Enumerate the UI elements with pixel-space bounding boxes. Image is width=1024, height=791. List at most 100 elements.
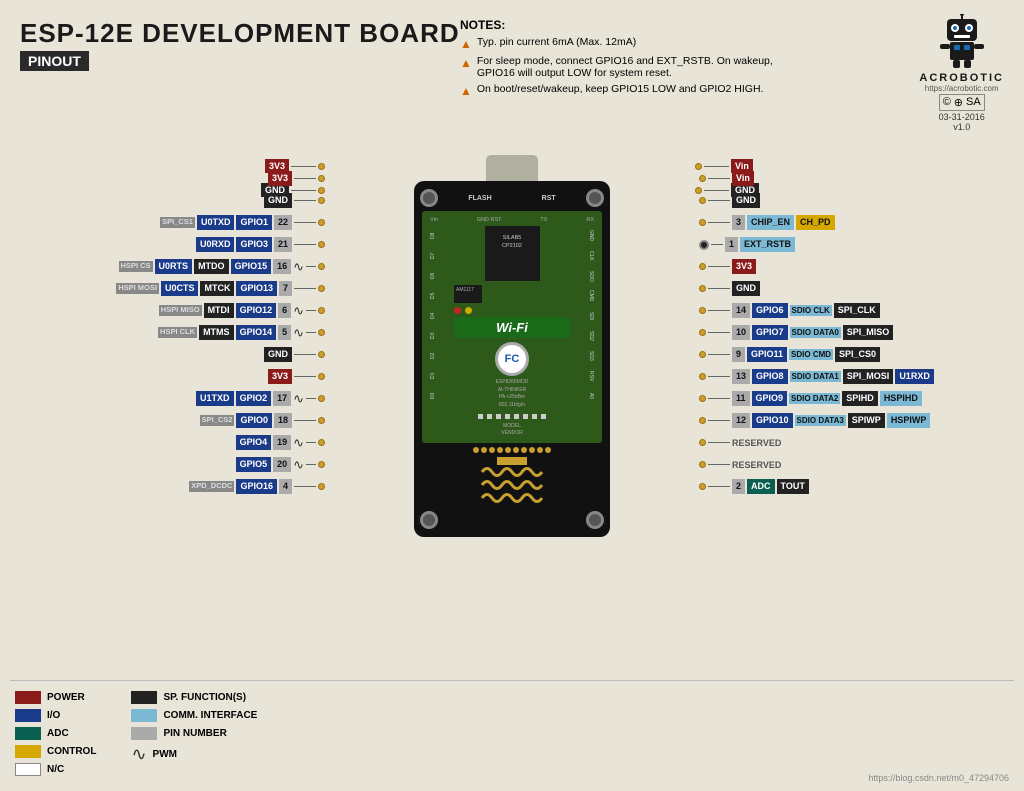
pin-adc [699, 483, 706, 490]
legend-divider [10, 680, 1014, 681]
pin-gpio3 [318, 241, 325, 248]
legend-comm-label: COMM. INTERFACE [163, 710, 257, 721]
legend-control-label: CONTROL [47, 746, 96, 757]
lbl-u1txd: U1TXD [196, 391, 234, 406]
pin-gpio12 [318, 307, 325, 314]
lbl-gpio9: GPIO9 [752, 391, 788, 406]
note-3: ▲ On boot/reset/wakeup, keep GPIO15 LOW … [460, 83, 780, 98]
lbl-reserved1: RESERVED [732, 438, 781, 448]
lbl-spiwp: SPIWP [848, 413, 885, 428]
pin-gpio10 [699, 417, 706, 424]
lbl-ch-pd: CH_PD [796, 215, 835, 230]
footer-url: https://blog.csdn.net/m0_47294706 [868, 773, 1009, 783]
lbl-spics1: SPI_CS1 [160, 217, 195, 228]
lbl-vin: Vin [732, 171, 754, 186]
lbl-gpio14: GPIO14 [236, 325, 277, 340]
esp-info-text: ESP8266MODAI-THINKERPA +25dBm802.11b/g/n [454, 379, 570, 409]
pin-gpio11 [699, 351, 706, 358]
mount-hole-br [586, 511, 604, 529]
board-top-labels: FLASH RST [468, 189, 555, 207]
lbl-mtdi: MTDI [204, 303, 234, 318]
pin-gpio7 [699, 329, 706, 336]
lbl-sdio-cmd: SDIO CMD [789, 349, 833, 360]
lbl-xpddcdc: XPD_DCDC [189, 481, 234, 492]
esp-bottom-text: MODELVENDOR [454, 423, 570, 437]
lbl-gpio0: GPIO0 [236, 413, 272, 428]
lbl-adc: ADC [747, 479, 775, 494]
legend-io-box [15, 709, 41, 722]
am-text: AM1117 [454, 285, 482, 295]
pwm-15: ∿ [293, 260, 304, 273]
lbl-14: 14 [732, 303, 750, 318]
silab-text: SILAB5CP2102 [485, 226, 540, 251]
lbl-hspimiso: HSPI MISO [159, 305, 202, 316]
lbl-3v3-r: 3V3 [732, 259, 756, 274]
lbl-mtck: MTCK [200, 281, 234, 296]
legend-col-1: POWER I/O ADC CONTROL N/C [15, 691, 96, 776]
lbl-gnd-r2: GND [732, 193, 760, 208]
lbl-gnd-r3: GND [732, 281, 760, 296]
pin-gnd-mid [318, 351, 325, 358]
lbl-7: 7 [279, 281, 292, 296]
pin-gpio15 [318, 263, 325, 270]
lbl-gpio2: GPIO2 [236, 391, 272, 406]
led-group [454, 307, 570, 314]
lbl-spihd: SPIHD [842, 391, 878, 406]
lbl-gnd-mid: GND [264, 347, 292, 362]
pin-gpio0 [318, 417, 325, 424]
logo-url: https://acrobotic.com [919, 84, 1004, 93]
pwm-14: ∿ [293, 325, 304, 341]
notes-title: NOTES: [460, 18, 780, 32]
lbl-9: 9 [732, 347, 745, 362]
fc-text: FC [505, 353, 520, 365]
lbl-10: 10 [732, 325, 750, 340]
legend-pinnum-label: PIN NUMBER [163, 728, 226, 739]
legend-io-label: I/O [47, 710, 60, 721]
lbl-5: 5 [278, 325, 291, 340]
lbl-6: 6 [278, 303, 291, 318]
legend-nc-label: N/C [47, 764, 64, 775]
lbl-hspiclk: HSPI CLK [158, 327, 197, 338]
am-chip: AM1117 [454, 285, 482, 303]
lbl-sdio-data1: SDIO DATA1 [790, 371, 841, 382]
pwm-5: ∿ [293, 457, 304, 473]
legend-control-box [15, 745, 41, 758]
lbl-u0rts: U0RTS [155, 259, 193, 274]
lbl-u0cts: U0CTS [161, 281, 199, 296]
lbl-u1rxd: U1RXD [895, 369, 934, 384]
legend-nc: N/C [15, 763, 96, 776]
lbl-22: 22 [274, 215, 292, 230]
logo-brand: ACROBOTIC [919, 72, 1004, 84]
pin-reserved1 [699, 439, 706, 446]
pin-gpio4 [318, 439, 325, 446]
pin-3v3-r [699, 263, 706, 270]
lbl-sdio-data3: SDIO DATA3 [795, 415, 846, 426]
led-yellow [465, 307, 472, 314]
logo-date: 03-31-2016 [919, 112, 1004, 122]
page-subtitle: PINOUT [20, 51, 89, 71]
esp-top-labels: Vin GND RST TX RX [430, 217, 594, 223]
wifi-badge: Wi-Fi [454, 317, 570, 338]
legend-pinnum-box [131, 727, 157, 740]
lbl-gpio10: GPIO10 [752, 413, 793, 428]
lbl-tout: TOUT [777, 479, 809, 494]
note-2: ▲ For sleep mode, connect GPIO16 and EXT… [460, 55, 780, 79]
pin-gpio6 [699, 307, 706, 314]
lbl-gpio3: GPIO3 [236, 237, 272, 252]
lbl-hspics: HSPI CS [119, 261, 153, 272]
led-red [454, 307, 461, 314]
notes-section: NOTES: ▲ Typ. pin current 6mA (Max. 12mA… [460, 18, 780, 98]
line-vin [704, 166, 729, 167]
lbl-gpio11: GPIO11 [747, 347, 787, 362]
mount-hole-tr [586, 189, 604, 207]
legend-spfunc-label: SP. FUNCTION(S) [163, 692, 246, 703]
lbl-18: 18 [274, 413, 292, 428]
rst-label: RST [542, 195, 556, 202]
silab-chip: SILAB5CP2102 [485, 226, 540, 281]
lbl-16: 16 [273, 259, 291, 274]
lbl-gpio5: GPIO5 [236, 457, 272, 472]
legend-pinnum: PIN NUMBER [131, 727, 257, 740]
legend-adc-label: ADC [47, 728, 69, 739]
mount-hole-bl [420, 511, 438, 529]
lbl-mtdo: MTDO [194, 259, 229, 274]
